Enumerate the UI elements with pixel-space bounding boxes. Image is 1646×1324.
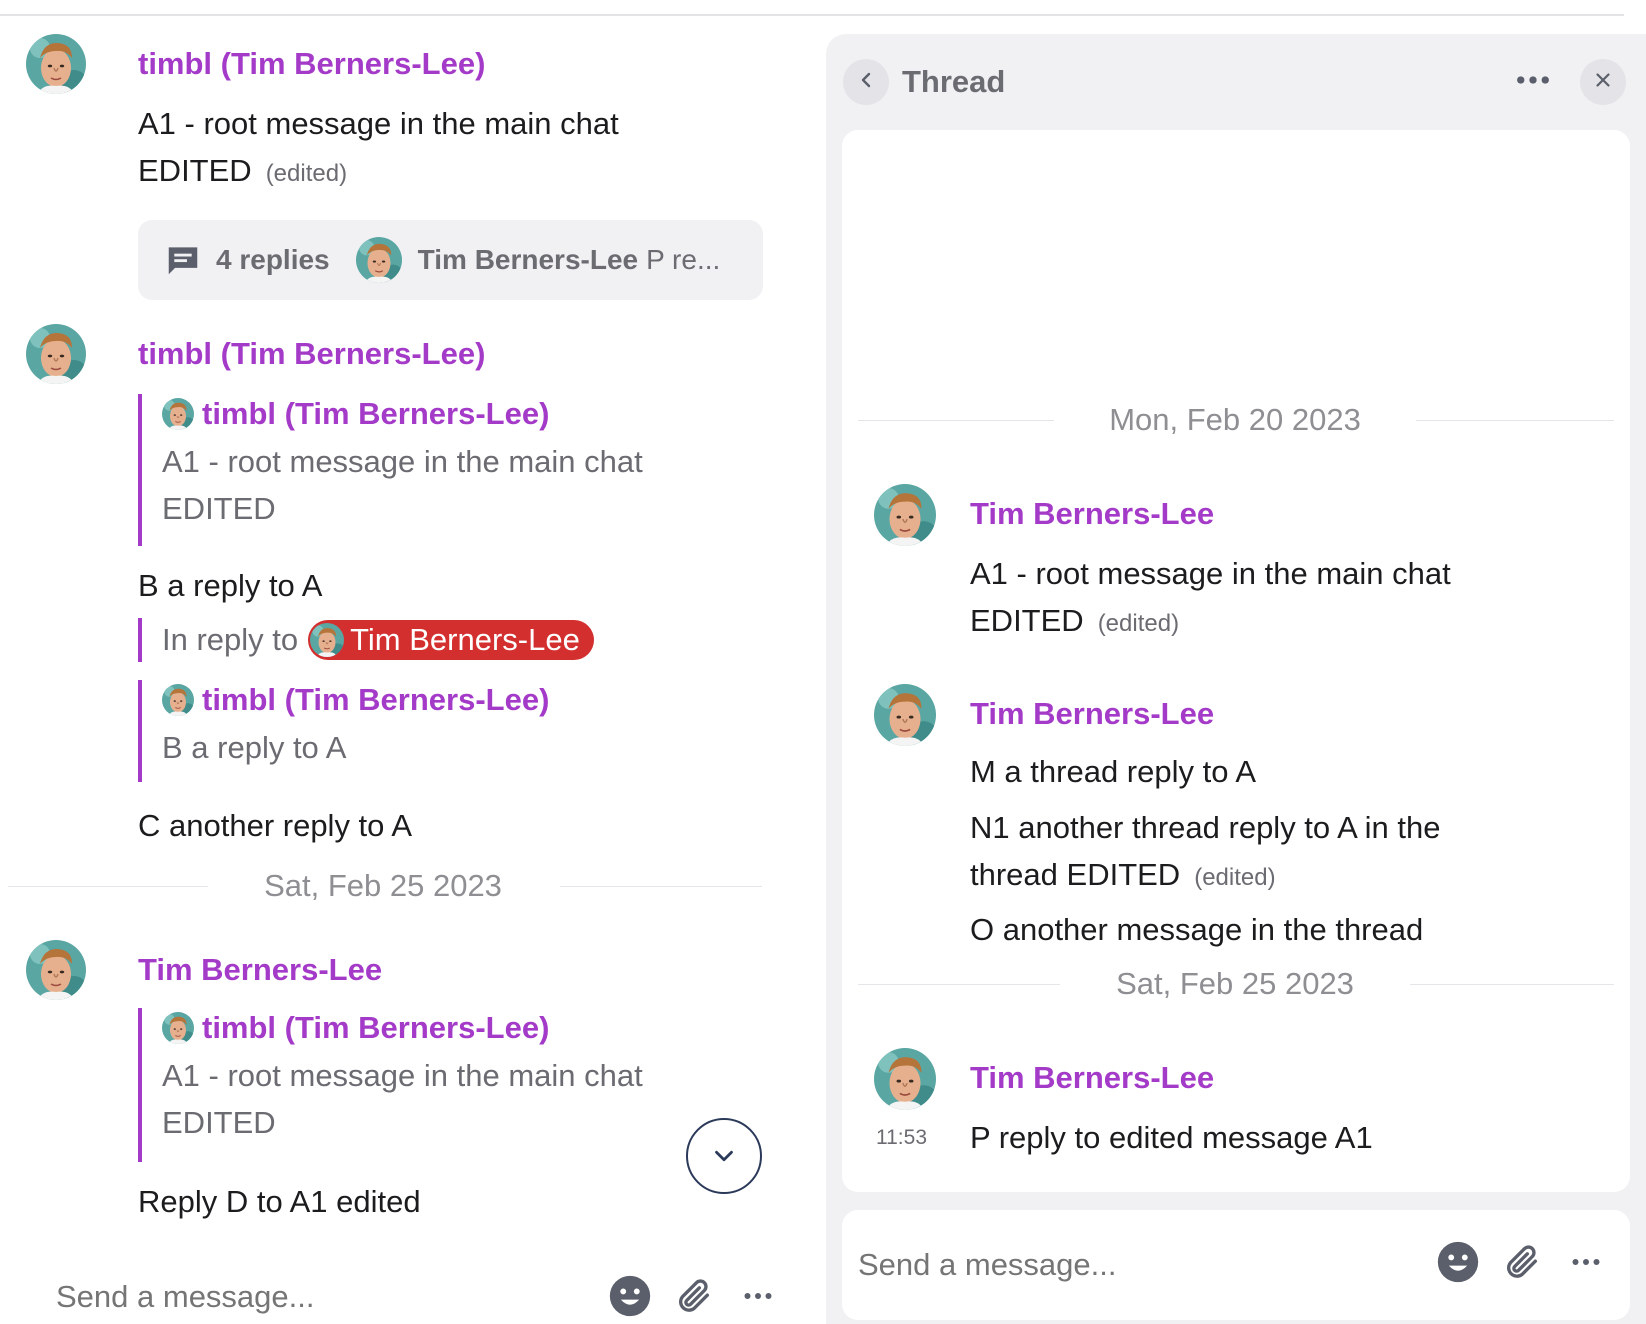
quote-author: timbl (Tim Berners-Lee) [202, 396, 550, 431]
edited-label: (edited) [1194, 864, 1276, 891]
quote-text: A1 - root message in the main chat [162, 1058, 643, 1093]
message-author[interactable]: timbl (Tim Berners-Lee) [138, 336, 485, 372]
avatar[interactable] [26, 324, 86, 384]
edited-label: (edited) [265, 160, 348, 187]
close-icon [1592, 69, 1614, 96]
message-author[interactable]: timbl (Tim Berners-Lee) [138, 46, 485, 82]
date-separator-line [8, 886, 208, 887]
message-line: EDITED (edited) [138, 147, 619, 197]
avatar[interactable] [874, 684, 936, 746]
message-line: A1 - root message in the main chat [138, 106, 619, 141]
emoji-icon [608, 1274, 652, 1323]
message-text: Reply D to A1 edited [138, 1184, 421, 1219]
more-options-button[interactable] [736, 1276, 780, 1320]
avatar[interactable] [874, 484, 936, 546]
emoji-button[interactable] [608, 1274, 652, 1323]
attach-button[interactable] [1500, 1242, 1544, 1286]
message-line-text: EDITED [970, 603, 1084, 638]
emoji-button[interactable] [1436, 1240, 1480, 1289]
date-separator-line [560, 886, 762, 887]
replies-count: 4 replies [216, 244, 330, 275]
thread-message-input[interactable] [858, 1242, 1398, 1288]
message-line: thread EDITED (edited) [970, 851, 1440, 901]
avatar [162, 1012, 194, 1044]
quote-author-row: timbl (Tim Berners-Lee) [162, 394, 643, 434]
message-timestamp: 11:53 [876, 1126, 927, 1149]
quote-text: A1 - root message in the main chat [162, 444, 643, 479]
message-author[interactable]: Tim Berners-Lee [970, 1060, 1214, 1096]
reply-reference: In reply to Tim Berners-Lee [138, 618, 594, 662]
date-separator-line [1416, 420, 1614, 421]
date-separator: Sat, Feb 25 2023 [1116, 966, 1354, 1001]
date-separator-line [858, 984, 1060, 985]
message-line: EDITED (edited) [970, 597, 1451, 647]
paperclip-icon [1502, 1242, 1542, 1287]
more-horizontal-icon [1512, 59, 1554, 106]
message-text: O another message in the thread [970, 912, 1424, 947]
message-text: A1 - root message in the main chat EDITE… [138, 100, 619, 197]
avatar[interactable] [874, 1048, 936, 1110]
last-reply-preview: P re... [646, 244, 721, 275]
chat-bubble-icon [164, 241, 202, 279]
message-line-text: thread EDITED [970, 857, 1181, 892]
thread-message-list [842, 130, 1630, 1192]
attach-button[interactable] [672, 1276, 716, 1320]
message-text: A1 - root message in the main chat EDITE… [970, 550, 1451, 647]
message-text: C another reply to A [138, 808, 412, 843]
more-options-button[interactable] [1564, 1242, 1608, 1286]
message-author[interactable]: Tim Berners-Lee [970, 496, 1214, 532]
avatar [310, 623, 344, 657]
emoji-icon [1436, 1240, 1480, 1289]
quote-author: timbl (Tim Berners-Lee) [202, 682, 550, 717]
avatar [162, 398, 194, 430]
avatar[interactable] [26, 34, 86, 94]
message-line-text: EDITED [138, 153, 252, 188]
quote-author: timbl (Tim Berners-Lee) [202, 1010, 550, 1045]
quote-author-row: timbl (Tim Berners-Lee) [162, 680, 549, 720]
quoted-message[interactable]: timbl (Tim Berners-Lee) A1 - root messag… [138, 1008, 643, 1162]
quoted-message[interactable]: timbl (Tim Berners-Lee) B a reply to A [138, 680, 549, 782]
avatar[interactable] [26, 940, 86, 1000]
edited-label: (edited) [1097, 610, 1180, 637]
paperclip-icon [674, 1276, 714, 1321]
quote-text: B a reply to A [162, 730, 347, 765]
message-text: P reply to edited message A1 [970, 1120, 1373, 1155]
thread-more-button[interactable] [1510, 60, 1556, 104]
message-line: N1 another thread reply to A in the [970, 810, 1441, 845]
thread-replies-button[interactable]: 4 replies Tim Berners-Lee P re... [138, 220, 763, 300]
avatar [356, 237, 402, 283]
message-text: B a reply to A [138, 568, 323, 603]
quoted-message[interactable]: timbl (Tim Berners-Lee) A1 - root messag… [138, 394, 643, 546]
in-reply-to-label: In reply to [162, 622, 299, 657]
scroll-to-bottom-button[interactable] [686, 1118, 762, 1194]
date-separator: Sat, Feb 25 2023 [264, 868, 502, 903]
thread-close-button[interactable] [1580, 59, 1626, 105]
message-line: A1 - root message in the main chat [970, 556, 1451, 591]
thread-back-button[interactable] [843, 59, 889, 105]
mention-name: Tim Berners-Lee [350, 622, 580, 657]
chevron-left-icon [854, 68, 878, 97]
message-input[interactable] [56, 1274, 576, 1320]
thread-title: Thread [902, 64, 1006, 99]
message-text: N1 another thread reply to A in the thre… [970, 804, 1440, 901]
avatar [162, 684, 194, 716]
more-horizontal-icon [1568, 1244, 1604, 1285]
date-separator-line [858, 420, 1054, 421]
message-text: M a thread reply to A [970, 754, 1257, 789]
last-reply-author: Tim Berners-Lee [417, 244, 639, 275]
quote-author-row: timbl (Tim Berners-Lee) [162, 1008, 643, 1048]
chevron-down-icon [709, 1141, 739, 1171]
message-author[interactable]: Tim Berners-Lee [138, 952, 382, 988]
top-divider [0, 14, 1624, 16]
user-mention-chip[interactable]: Tim Berners-Lee [308, 620, 594, 660]
message-author[interactable]: Tim Berners-Lee [970, 696, 1214, 732]
more-horizontal-icon [740, 1278, 776, 1319]
quote-text: EDITED [162, 491, 276, 526]
quote-text: EDITED [162, 1105, 276, 1140]
date-separator: Mon, Feb 20 2023 [1109, 402, 1361, 437]
date-separator-line [1410, 984, 1614, 985]
